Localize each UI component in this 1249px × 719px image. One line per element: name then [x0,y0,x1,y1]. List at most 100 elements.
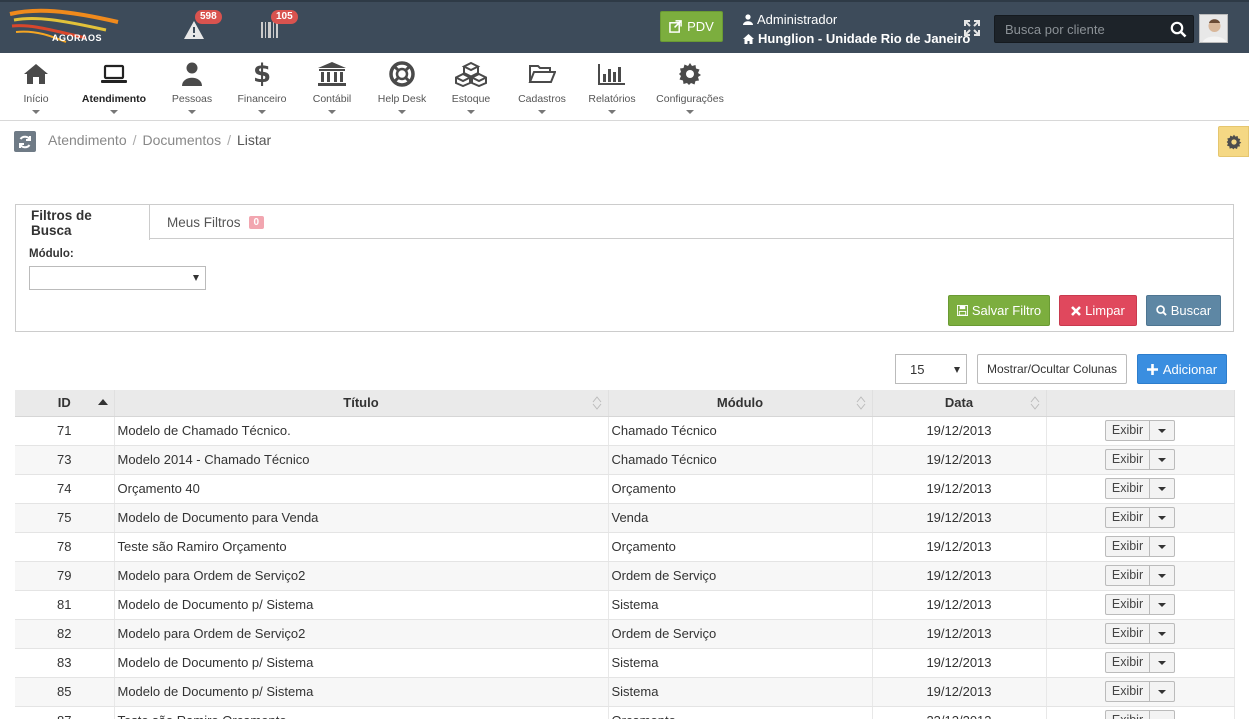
page-size-select[interactable]: 15 [895,354,967,384]
row-actions-dropdown[interactable] [1150,682,1174,701]
view-button[interactable]: Exibir [1106,711,1151,719]
cell-modulo: Sistema [608,590,873,620]
table-row[interactable]: 73 Modelo 2014 - Chamado Técnico Chamado T… [15,445,1235,475]
table-row[interactable]: 79 Modelo para Ordem de Serviço2 Ordem de … [15,561,1235,591]
chevron-down-icon [188,110,196,114]
row-actions-dropdown[interactable] [1150,537,1174,556]
breadcrumb-documentos[interactable]: Documentos [143,132,222,148]
nav-item-configuracoes[interactable]: Configurações [654,59,726,119]
gear-icon [679,63,701,85]
user-info[interactable]: Administrador Hunglion - Unidade Rio de … [743,10,970,48]
table-row[interactable]: 71 Modelo de Chamado Técnico. Chamado Técn… [15,416,1235,446]
table-row[interactable]: 78 Teste são Ramiro Orçamento Orçamento 19/… [15,532,1235,562]
sort-icon [856,396,865,410]
table-row[interactable]: 75 Modelo de Documento para Venda Venda 19/… [15,503,1235,533]
row-actions-dropdown[interactable] [1150,421,1174,440]
search-icon[interactable] [1170,21,1187,38]
nav-item-estoque[interactable]: Estoque [450,59,492,119]
breadcrumb-listar: Listar [236,132,272,148]
cell-titulo: Modelo de Documento p/ Sistema [114,590,609,620]
client-search [994,15,1194,43]
sort-icon [1030,396,1039,410]
bank-icon [318,62,346,86]
save-filter-button[interactable]: Salvar Filtro [948,295,1050,326]
toggle-columns-label: Mostrar/Ocultar Colunas [986,362,1118,376]
refresh-button[interactable] [14,131,36,152]
nav-item-pessoas[interactable]: Pessoas [170,59,214,119]
view-button[interactable]: Exibir [1106,479,1151,498]
nav-item-atendimento[interactable]: Atendimento [78,59,150,119]
saved-filters-count: 0 [248,215,265,229]
tab-filtros-de-busca[interactable]: Filtros de Busca [16,205,150,240]
row-actions-dropdown[interactable] [1150,653,1174,672]
table-row[interactable]: 85 Modelo de Documento p/ Sistema Sistema 1… [15,677,1235,707]
clear-button[interactable]: Limpar [1059,295,1137,326]
row-actions-dropdown[interactable] [1150,479,1174,498]
nav-item-financeiro[interactable]: $ Financeiro [235,59,289,119]
row-action-group: Exibir [1104,623,1176,644]
tab-meus-filtros[interactable]: Meus Filtros 0 [152,205,279,239]
stock-alerts-button[interactable]: 105 [255,10,298,44]
avatar[interactable] [1199,14,1228,43]
view-button[interactable]: Exibir [1106,653,1151,672]
cell-data: 19/12/2013 [872,561,1047,591]
add-button[interactable]: Adicionar [1137,354,1227,384]
pdv-button[interactable]: PDV [660,11,723,42]
toggle-columns-button[interactable]: Mostrar/Ocultar Colunas [977,354,1127,384]
breadcrumb-atendimento[interactable]: Atendimento [48,132,127,148]
table-row[interactable]: 82 Modelo para Ordem de Serviço2 Ordem de … [15,619,1235,649]
view-button[interactable]: Exibir [1106,450,1151,469]
row-action-group: Exibir [1104,478,1176,499]
fullscreen-icon[interactable] [963,19,981,37]
row-action-group: Exibir [1104,710,1176,719]
view-button[interactable]: Exibir [1106,566,1151,585]
column-header-data[interactable]: Data [872,390,1047,417]
row-action-group: Exibir [1104,652,1176,673]
module-select[interactable] [29,266,206,290]
nav-item-relatorios[interactable]: Relatórios [586,59,638,119]
page-size-value: 15 [910,362,925,377]
table-row[interactable]: 87Teste são Ramiro OrçamentoOrçamento23/… [15,706,1235,719]
agoraos-logo[interactable]: AGORAOS [6,6,124,48]
floppy-icon [956,305,968,316]
cell-actions: Exibir [1046,532,1235,562]
nav-item-cadastros[interactable]: Cadastros [516,59,568,119]
table-row[interactable]: 74 Orçamento 40 Orçamento 19/12/2013 Exibir [15,474,1235,504]
column-header-titulo[interactable]: Título [114,390,609,417]
nav-label: Configurações [656,93,724,105]
row-actions-dropdown[interactable] [1150,624,1174,643]
lifebuoy-icon [389,61,415,87]
table-row[interactable]: 81 Modelo de Documento p/ Sistema Sistema 1… [15,590,1235,620]
page-settings-button[interactable] [1218,126,1249,157]
view-button[interactable]: Exibir [1106,537,1151,556]
documents-table: ID Título Módulo Data 71 Modelo de Chamad… [15,390,1235,719]
view-button[interactable]: Exibir [1106,508,1151,527]
column-header-id[interactable]: ID [15,390,115,417]
cell-actions: Exibir [1046,590,1235,620]
nav-item-inicio[interactable]: Início [20,59,52,119]
cell-id: 85 [15,677,115,707]
view-button[interactable]: Exibir [1106,595,1151,614]
row-actions-dropdown[interactable] [1150,711,1174,719]
add-label: Adicionar [1162,361,1218,377]
view-button[interactable]: Exibir [1106,624,1151,643]
nav-item-help-desk[interactable]: Help Desk [376,59,428,119]
client-search-input[interactable] [995,16,1165,42]
row-actions-dropdown[interactable] [1150,508,1174,527]
search-button[interactable]: Buscar [1146,295,1221,326]
alerts-badge: 598 [195,10,222,24]
row-actions-dropdown[interactable] [1150,566,1174,585]
user-name: Administrador [757,12,838,27]
view-button[interactable]: Exibir [1106,682,1151,701]
view-button[interactable]: Exibir [1106,421,1151,440]
column-header-modulo[interactable]: Módulo [608,390,873,417]
cell-titulo: Modelo para Ordem de Serviço2 [114,619,609,649]
row-actions-dropdown[interactable] [1150,450,1174,469]
nav-item-contabil[interactable]: Contábil [310,59,354,119]
table-row[interactable]: 83 Modelo de Documento p/ Sistema Sistema 1… [15,648,1235,678]
cell-titulo: Modelo de Chamado Técnico. [114,416,609,446]
chevron-down-icon [32,110,40,114]
cell-data: 19/12/2013 [872,677,1047,707]
row-actions-dropdown[interactable] [1150,595,1174,614]
alerts-button[interactable]: 598 [179,10,222,44]
